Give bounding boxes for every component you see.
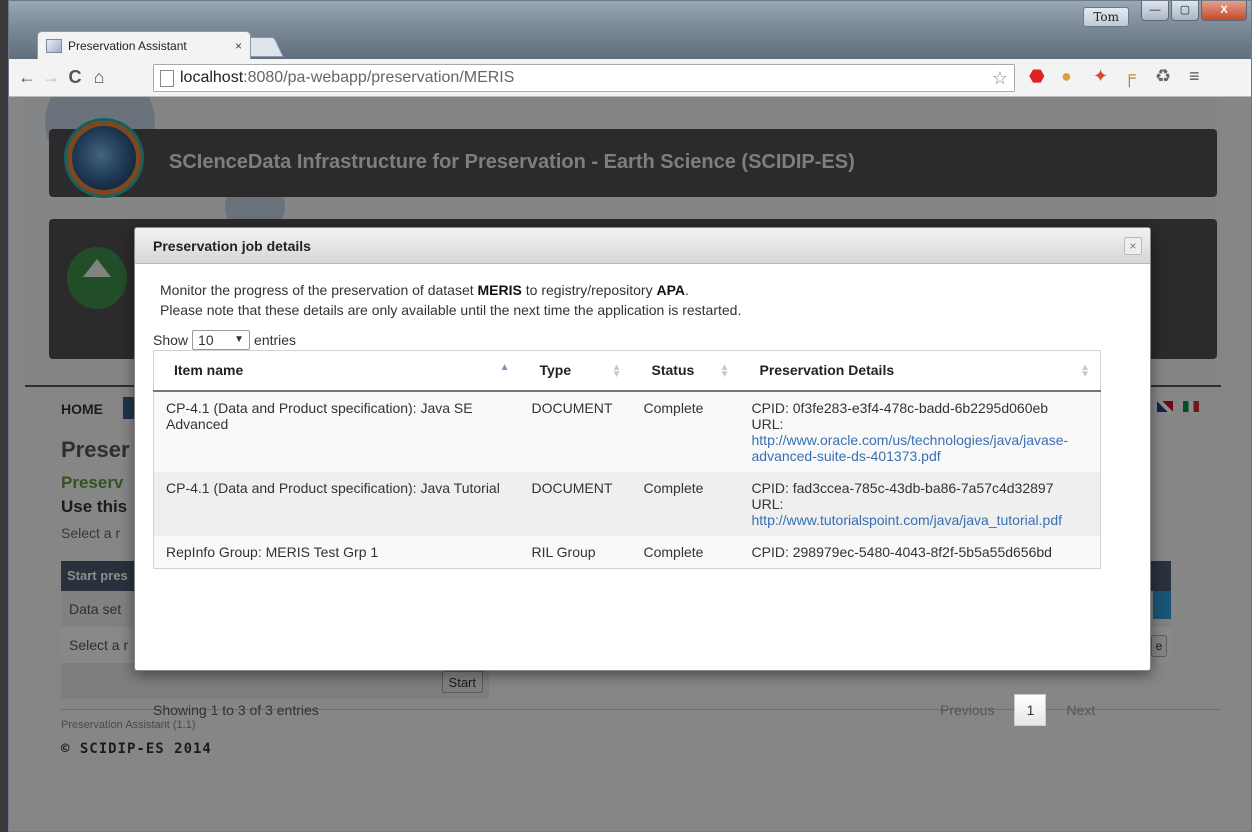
page-content: SCIenceData Infrastructure for Preservat… (9, 97, 1251, 831)
table-header-row: Item name ▲ Type ▲ ▼ Status ▲ ▼ Preservation … (153, 350, 1101, 392)
job-details-table: Item name ▲ Type ▲ ▼ Status ▲ ▼ Preservation … (153, 350, 1101, 569)
dataset-name: MERIS (477, 282, 522, 298)
show-label: Show (153, 332, 189, 348)
item-name-cell: CP-4.1 (Data and Product specification):… (153, 471, 520, 536)
tab-title: Preservation Assistant (68, 38, 187, 53)
back-icon[interactable]: ← (15, 67, 39, 88)
forward-icon[interactable]: → (39, 67, 63, 88)
column-label: Item name (174, 362, 244, 379)
cpid-text: CPID: fad3ccea-785c-43db-ba86-7a57c4d328… (751, 479, 1054, 496)
cookie-icon[interactable]: ● (1061, 65, 1072, 87)
dialog-header: Preservation job details × (135, 228, 1150, 264)
page-1-button[interactable]: 1 (1014, 694, 1047, 726)
url-path: :8080/pa-webapp/preservation/MERIS (243, 69, 515, 86)
table-info: Showing 1 to 3 of 3 entries (153, 702, 319, 718)
pagination: Previous 1 Next (928, 694, 1107, 726)
item-name-cell: CP-4.1 (Data and Product specification):… (153, 390, 520, 472)
sort-icon: ▲ ▼ (719, 362, 730, 380)
browser-window: Tom — ▢ X Preservation Assistant × ← → C… (8, 0, 1252, 832)
table-row: CP-4.1 (Data and Product specification):… (153, 390, 1101, 472)
details-cell: CPID: 0f3fe283-e3f4-478c-badd-6b2295d060… (739, 390, 1101, 472)
repository-name: APA (656, 282, 685, 298)
menu-icon[interactable]: ≡ (1189, 65, 1200, 87)
column-label: Preservation Details (759, 362, 895, 379)
status-cell: Complete (631, 471, 740, 536)
cpid-text: CPID: 298979ec-5480-4043-8f2f-5b5a55d656… (751, 543, 1052, 560)
page-length-select[interactable]: 10 ▼ (192, 330, 251, 350)
chevron-down-icon: ▼ (234, 334, 245, 345)
status-cell: Complete (631, 390, 740, 472)
preservation-job-dialog: Preservation job details × Monitor the p… (134, 227, 1151, 726)
column-status[interactable]: Status ▲ ▼ (631, 350, 740, 392)
url-host: localhost (180, 69, 244, 86)
sort-asc-icon: ▲ (499, 362, 510, 373)
title-bar: Tom — ▢ X Preservation Assistant × (9, 1, 1251, 61)
page-length-value: 10 (198, 332, 214, 348)
color-picker-icon[interactable]: ✦ (1093, 65, 1108, 87)
intro-mid: to registry/repository (521, 282, 657, 298)
type-cell: DOCUMENT (519, 390, 632, 472)
cpid-text: CPID: 0f3fe283-e3f4-478c-badd-6b2295d060… (751, 399, 1049, 416)
details-cell: CPID: fad3ccea-785c-43db-ba86-7a57c4d328… (739, 471, 1101, 536)
entries-label: entries (254, 332, 297, 348)
profile-button[interactable]: Tom (1083, 7, 1129, 27)
minimize-button[interactable]: — (1141, 1, 1169, 21)
intro-note: Please note that these details are only … (160, 302, 742, 318)
column-label: Type (539, 362, 572, 379)
dialog-intro: Monitor the progress of the preservation… (160, 280, 741, 320)
column-type[interactable]: Type ▲ ▼ (519, 350, 632, 392)
extension-icon[interactable]: ╒ (1123, 65, 1136, 87)
browser-toolbar: ← → C ⌂ localhost :8080/pa-webapp/preser… (9, 59, 1251, 97)
intro-prefix: Monitor the progress of the preservation… (160, 282, 478, 298)
detail-url-link[interactable]: http://www.tutorialspoint.com/java/java_… (752, 512, 1063, 528)
table-row: RepInfo Group: MERIS Test Grp 1 RIL Grou… (153, 535, 1101, 568)
column-label: Status (651, 362, 695, 379)
sort-icon: ▲ ▼ (1080, 362, 1090, 380)
detail-url-link[interactable]: http://www.oracle.com/us/technologies/ja… (752, 432, 1069, 464)
previous-page-button[interactable]: Previous (928, 696, 1006, 724)
recycle-icon[interactable]: ♻ (1155, 65, 1171, 87)
column-preservation-details[interactable]: Preservation Details ▲ ▼ (739, 350, 1101, 392)
url-label: URL: (751, 415, 784, 432)
maximize-button[interactable]: ▢ (1171, 1, 1199, 21)
type-cell: RIL Group (519, 535, 632, 568)
favicon-icon (46, 38, 62, 53)
address-bar[interactable]: localhost :8080/pa-webapp/preservation/M… (153, 64, 1015, 92)
window-controls: Tom — ▢ X (1083, 1, 1247, 27)
next-page-button[interactable]: Next (1054, 696, 1107, 724)
reload-icon[interactable]: C (63, 67, 87, 88)
adblock-icon[interactable]: ⬣ (1029, 65, 1045, 87)
home-icon[interactable]: ⌂ (87, 67, 111, 88)
item-name-cell: RepInfo Group: MERIS Test Grp 1 (153, 535, 520, 568)
browser-tab[interactable]: Preservation Assistant × (37, 31, 251, 59)
intro-line: Monitor the progress of the preservation… (160, 280, 741, 300)
dialog-title: Preservation job details (153, 238, 311, 254)
status-cell: Complete (631, 535, 740, 568)
column-item-name[interactable]: Item name ▲ (153, 350, 520, 392)
type-cell: DOCUMENT (519, 471, 632, 536)
sort-icon: ▲ ▼ (611, 362, 622, 380)
table-row: CP-4.1 (Data and Product specification):… (153, 471, 1101, 536)
close-window-button[interactable]: X (1201, 1, 1247, 21)
tab-close-icon[interactable]: × (235, 39, 242, 53)
intro-suffix: . (685, 282, 689, 298)
details-cell: CPID: 298979ec-5480-4043-8f2f-5b5a55d656… (739, 535, 1101, 568)
close-icon[interactable]: × (1124, 237, 1142, 255)
page-icon (160, 69, 174, 87)
bookmark-star-icon[interactable]: ☆ (992, 68, 1008, 89)
page-length-control: Show 10 ▼ entries (153, 330, 296, 350)
url-label: URL: (751, 495, 784, 512)
